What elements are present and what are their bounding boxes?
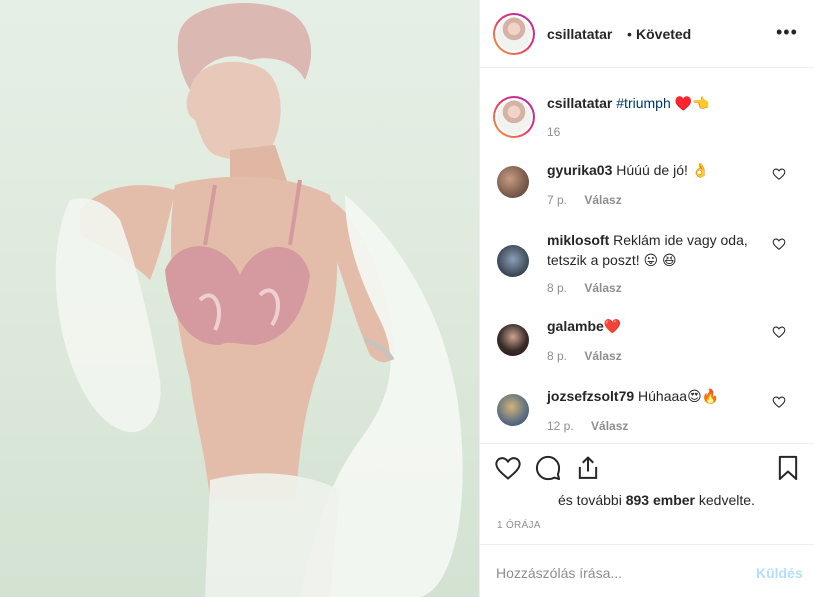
commenter-avatar[interactable] xyxy=(497,245,529,277)
bookmark-save-icon[interactable] xyxy=(774,454,802,482)
commenter-avatar[interactable] xyxy=(497,166,529,198)
like-comment-heart-icon[interactable] xyxy=(772,167,786,181)
comment-time: 7 p. xyxy=(547,193,568,207)
caption-text: csillatatar #triumph ♥️👈 xyxy=(547,95,710,112)
likes-prefix: és további xyxy=(558,492,626,508)
post-photo[interactable] xyxy=(0,0,479,597)
reply-button[interactable]: Válasz xyxy=(591,419,628,433)
caption-time: 16 xyxy=(547,125,561,139)
likes-summary[interactable]: és további 893 ember kedvelte. xyxy=(558,492,755,508)
comment-time: 8 p. xyxy=(547,281,568,295)
commenter-avatar[interactable] xyxy=(497,394,529,426)
comment-username[interactable]: jozsefzsolt79 xyxy=(547,388,634,404)
post-actions: és további 893 ember kedvelte. 1 ÓRÁJA K… xyxy=(480,443,814,597)
reply-button[interactable]: Válasz xyxy=(584,193,621,207)
separator-dot: • xyxy=(627,26,632,42)
comment-username[interactable]: gyurika03 xyxy=(547,162,612,178)
follow-status-button[interactable]: Követed xyxy=(636,26,691,42)
comment-username[interactable]: galambe xyxy=(547,318,604,334)
caption-avatar[interactable] xyxy=(493,96,535,138)
like-heart-icon[interactable] xyxy=(494,454,522,482)
like-comment-heart-icon[interactable] xyxy=(772,395,786,409)
author-avatar[interactable] xyxy=(493,13,535,55)
post-side-panel: csillatatar • Követed ••• csillatatar #t… xyxy=(479,0,814,597)
caption-username[interactable]: csillatatar xyxy=(547,95,612,111)
author-username[interactable]: csillatatar xyxy=(547,26,612,42)
comment-text: ❤️ xyxy=(603,318,622,334)
commenter-avatar[interactable] xyxy=(497,324,529,356)
reply-button[interactable]: Válasz xyxy=(584,281,621,295)
comment-time: 8 p. xyxy=(547,349,568,363)
reply-button[interactable]: Válasz xyxy=(584,349,621,363)
post-header: csillatatar • Követed ••• xyxy=(480,0,814,68)
like-comment-heart-icon[interactable] xyxy=(772,237,786,251)
comment-input[interactable] xyxy=(496,563,736,583)
post-photo-illustration xyxy=(55,2,463,597)
comment-bubble-icon[interactable] xyxy=(534,454,562,482)
caption-emoji: ♥️👈 xyxy=(674,95,710,111)
post-age: 1 ÓRÁJA xyxy=(497,520,541,531)
more-options-icon[interactable]: ••• xyxy=(776,22,798,43)
comment-composer: Küldés xyxy=(480,544,814,597)
send-comment-button[interactable]: Küldés xyxy=(756,565,803,581)
likes-suffix: kedvelte. xyxy=(695,492,755,508)
comment-text: Húúú de jó! 👌 xyxy=(616,162,710,178)
comment-time: 12 p. xyxy=(547,419,574,433)
share-upload-icon[interactable] xyxy=(574,454,602,482)
caption-hashtag[interactable]: #triumph xyxy=(616,95,670,111)
likes-count[interactable]: 893 ember xyxy=(626,492,695,508)
comment-text: Húhaaa😍🔥 xyxy=(638,388,720,404)
like-comment-heart-icon[interactable] xyxy=(772,325,786,339)
comment-username[interactable]: miklosoft xyxy=(547,232,609,248)
